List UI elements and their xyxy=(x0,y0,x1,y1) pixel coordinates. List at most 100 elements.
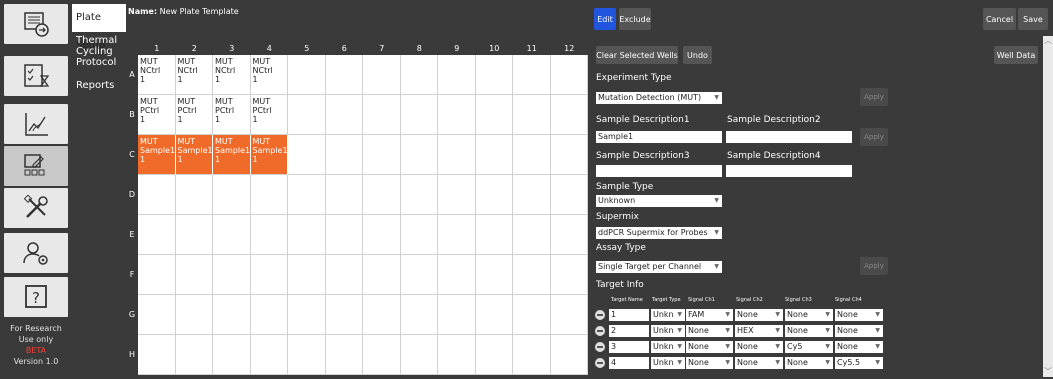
column-header[interactable]: 4 xyxy=(251,42,289,55)
plate-well[interactable] xyxy=(363,95,401,135)
plate-well[interactable] xyxy=(325,55,363,95)
plate-well[interactable] xyxy=(363,335,401,375)
plate-well[interactable]: MUT NCtrl 1 xyxy=(250,55,288,95)
plate-well[interactable] xyxy=(550,335,588,375)
column-header[interactable]: 2 xyxy=(176,42,214,55)
plate-well[interactable] xyxy=(438,215,476,255)
target-name-input[interactable]: 1 xyxy=(609,309,649,321)
column-header[interactable]: 3 xyxy=(213,42,251,55)
column-header[interactable]: 7 xyxy=(363,42,401,55)
plate-well[interactable] xyxy=(400,55,438,95)
plate-well[interactable]: MUT PCtrl 1 xyxy=(175,95,213,135)
sample-desc4-input[interactable] xyxy=(726,165,852,177)
plate-well[interactable] xyxy=(438,255,476,295)
target-type-select[interactable]: Unkn ▼ xyxy=(651,325,685,337)
nav-tools[interactable] xyxy=(4,188,68,228)
plate-well[interactable] xyxy=(400,295,438,335)
plate-well[interactable] xyxy=(513,135,551,175)
plate-well[interactable] xyxy=(438,135,476,175)
plate-well[interactable] xyxy=(400,335,438,375)
plate-well[interactable] xyxy=(475,335,513,375)
target-ch2-select[interactable]: None ▼ xyxy=(735,309,783,321)
save-button[interactable]: Save xyxy=(1018,8,1048,30)
target-type-select[interactable]: Unkn ▼ xyxy=(651,341,685,353)
target-ch3-select[interactable]: None ▼ xyxy=(785,325,833,337)
cancel-button[interactable]: Cancel xyxy=(983,8,1016,30)
column-header[interactable]: 9 xyxy=(438,42,476,55)
plate-well[interactable] xyxy=(325,135,363,175)
plate-well[interactable] xyxy=(288,295,326,335)
plate-well[interactable] xyxy=(400,215,438,255)
plate-well[interactable]: MUT Sample1 1 xyxy=(250,135,288,175)
plate-well[interactable] xyxy=(363,175,401,215)
assay-type-select[interactable]: Single Target per Channel ▼ xyxy=(596,261,722,273)
plate-well[interactable] xyxy=(288,175,326,215)
plate-well[interactable] xyxy=(325,255,363,295)
plate-well[interactable] xyxy=(250,255,288,295)
edit-button[interactable]: Edit xyxy=(594,8,616,30)
supermix-select[interactable]: ddPCR Supermix for Probes ▼ xyxy=(596,227,722,239)
plate-well[interactable] xyxy=(288,95,326,135)
column-header[interactable]: 8 xyxy=(401,42,439,55)
plate-well[interactable] xyxy=(325,215,363,255)
nav-plate-file[interactable] xyxy=(4,4,68,44)
plate-well[interactable] xyxy=(550,135,588,175)
plate-well[interactable] xyxy=(513,295,551,335)
column-header[interactable]: 5 xyxy=(288,42,326,55)
plate-well[interactable] xyxy=(250,295,288,335)
well-data-button[interactable]: Well Data xyxy=(994,46,1038,64)
plate-well[interactable] xyxy=(213,335,251,375)
remove-target-icon[interactable] xyxy=(595,358,605,368)
plate-well[interactable] xyxy=(288,335,326,375)
plate-well[interactable] xyxy=(513,55,551,95)
clear-selected-wells-button[interactable]: Clear Selected Wells xyxy=(596,46,678,64)
target-name-input[interactable]: 2 xyxy=(609,325,649,337)
plate-well[interactable] xyxy=(138,295,176,335)
plate-well[interactable] xyxy=(250,215,288,255)
sample-desc2-input[interactable] xyxy=(726,131,852,143)
plate-well[interactable] xyxy=(363,295,401,335)
plate-well[interactable] xyxy=(288,255,326,295)
plate-well[interactable] xyxy=(288,55,326,95)
row-header[interactable]: H xyxy=(126,335,138,375)
target-ch1-select[interactable]: None ▼ xyxy=(686,357,733,369)
plate-well[interactable] xyxy=(325,295,363,335)
plate-well[interactable] xyxy=(438,335,476,375)
plate-well[interactable] xyxy=(438,55,476,95)
plate-well[interactable] xyxy=(550,255,588,295)
plate-well[interactable]: MUT NCtrl 1 xyxy=(213,55,251,95)
scroll-up-icon[interactable]: ︿ xyxy=(1043,36,1053,46)
row-header[interactable]: A xyxy=(126,55,138,95)
row-header[interactable]: E xyxy=(126,215,138,255)
target-ch2-select[interactable]: HEX ▼ xyxy=(735,325,783,337)
plate-well[interactable] xyxy=(475,255,513,295)
nav-users[interactable] xyxy=(4,233,68,273)
plate-well[interactable] xyxy=(138,215,176,255)
plate-well[interactable] xyxy=(325,335,363,375)
target-ch2-select[interactable]: None ▼ xyxy=(735,341,783,353)
remove-target-icon[interactable] xyxy=(595,342,605,352)
row-header[interactable]: B xyxy=(126,95,138,135)
plate-well[interactable] xyxy=(250,335,288,375)
experiment-type-select[interactable]: Mutation Detection (MUT) ▼ xyxy=(596,92,722,104)
target-ch2-select[interactable]: None ▼ xyxy=(735,357,783,369)
plate-well[interactable] xyxy=(400,175,438,215)
apply-description-button[interactable]: Apply xyxy=(860,128,888,146)
plate-well[interactable] xyxy=(288,215,326,255)
target-ch4-select[interactable]: Cy5.5 ▼ xyxy=(835,357,883,369)
plate-well[interactable]: MUT NCtrl 1 xyxy=(138,55,176,95)
plate-well[interactable] xyxy=(513,215,551,255)
sample-type-select[interactable]: Unknown ▼ xyxy=(596,195,722,207)
plate-well[interactable] xyxy=(475,295,513,335)
plate-well[interactable] xyxy=(213,215,251,255)
plate-well[interactable] xyxy=(213,295,251,335)
plate-well[interactable] xyxy=(213,255,251,295)
plate-well[interactable] xyxy=(175,175,213,215)
plate-well[interactable]: MUT PCtrl 1 xyxy=(138,95,176,135)
plate-well[interactable] xyxy=(475,175,513,215)
exclude-button[interactable]: Exclude xyxy=(619,8,651,30)
plate-well[interactable] xyxy=(475,135,513,175)
plate-well[interactable] xyxy=(513,255,551,295)
plate-well[interactable] xyxy=(175,255,213,295)
target-type-select[interactable]: Unkn ▼ xyxy=(651,357,685,369)
